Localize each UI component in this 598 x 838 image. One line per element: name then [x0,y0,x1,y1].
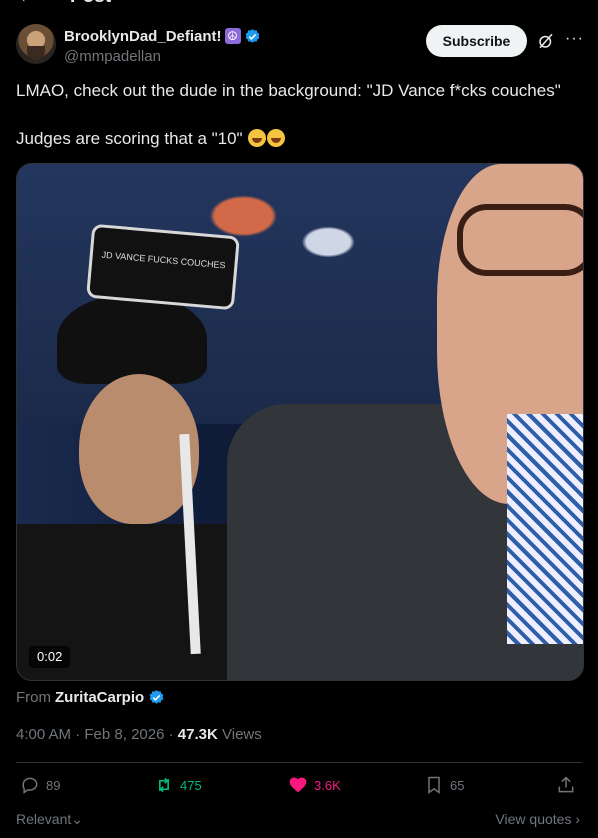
bookmark-button[interactable]: 65 [424,775,464,795]
peace-emoji-icon: ☮ [224,28,241,44]
repost-icon [159,777,169,793]
post-meta: 4:00 AM · Feb 8, 2026 · 47.3K Views [16,726,262,743]
replies-toolbar: Relevant⌄ View quotes › [16,811,582,831]
chevron-right-icon: › [575,811,580,827]
source-prefix: From [16,689,51,706]
video-player[interactable]: JD VANCE FUCKS COUCHES 0:02 [16,163,584,681]
video-duration-badge: 0:02 [29,646,71,668]
top-bar: ← Post [0,0,598,8]
views-label: Views [222,726,262,743]
meta-separator: · [75,726,81,743]
author-display-name[interactable]: BrooklynDad_Defiant! [64,28,222,45]
post-text-line-2: Judges are scoring that a "10" [16,128,582,150]
share-button[interactable] [556,775,576,795]
author-name-row[interactable]: BrooklynDad_Defiant! ☮ [64,27,261,45]
rofl-emoji-icon [248,129,267,147]
video-sign: JD VANCE FUCKS COUCHES [86,223,240,311]
back-arrow-icon[interactable]: ← [18,0,36,7]
divider [16,762,582,763]
reply-icon [22,777,38,794]
rofl-emoji-icon [267,129,286,147]
author-handle[interactable]: @mmpadellan [64,48,161,65]
view-quotes-label: View quotes [495,811,572,827]
subscribe-button[interactable]: Subscribe [426,25,527,57]
source-user-link[interactable]: ZuritaCarpio [55,689,144,706]
video-source: From ZuritaCarpio [16,689,165,706]
bookmark-count: 65 [450,777,465,793]
avatar[interactable] [16,24,56,64]
verified-badge-icon [245,28,259,43]
verified-badge-icon [149,690,164,704]
like-count: 3.6K [314,777,341,793]
view-quotes-link[interactable]: View quotes › [495,811,580,827]
page-title: Post [70,0,111,8]
grok-icon[interactable] [537,32,555,50]
post-header: BrooklynDad_Defiant! ☮ @mmpadellan Subsc… [16,24,584,68]
sort-replies-dropdown[interactable]: Relevant⌄ [16,811,83,828]
bookmark-icon [428,776,440,794]
post-text-line-1: LMAO, check out the dude in the backgrou… [16,81,561,100]
repost-count: 475 [180,777,202,793]
more-options-icon[interactable]: ··· [565,30,584,48]
post-text-line-2-text: Judges are scoring that a "10" [16,129,243,148]
post-time[interactable]: 4:00 AM [16,726,71,743]
post-text: LMAO, check out the dude in the backgrou… [16,80,582,150]
views-count: 47.3K [177,726,218,743]
reply-button[interactable]: 89 [20,775,60,795]
reply-count: 89 [46,777,61,793]
meta-separator: · [168,726,174,743]
heart-icon [289,777,307,793]
share-icon [558,776,574,793]
post-date[interactable]: Feb 8, 2026 [84,726,164,743]
repost-button[interactable]: 475 [154,775,202,795]
action-bar: 89 475 3.6K 65 [16,775,582,801]
like-button[interactable]: 3.6K [288,775,341,795]
chevron-down-icon: ⌄ [71,811,83,827]
sort-label: Relevant [16,811,72,827]
